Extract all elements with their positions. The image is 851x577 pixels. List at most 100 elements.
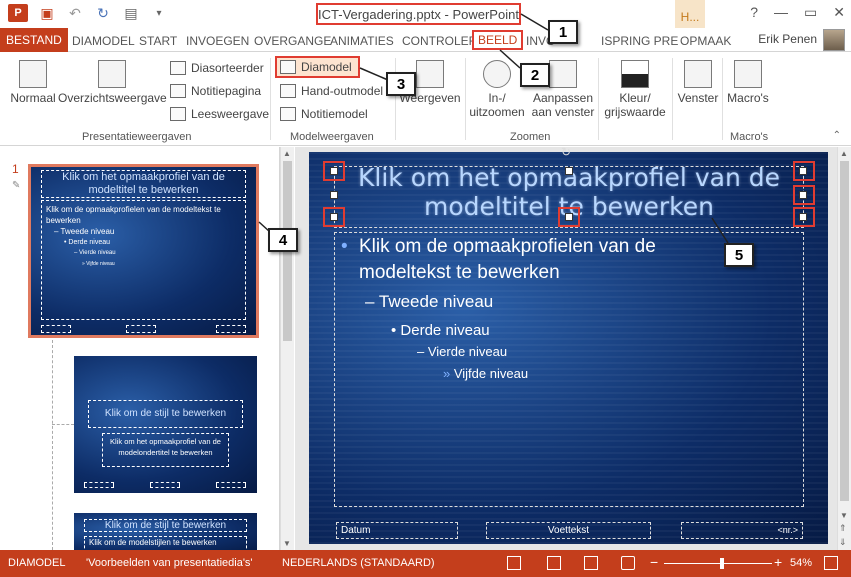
slide-master-button[interactable]: Diamodel xyxy=(280,57,352,77)
fit-slide-icon[interactable] xyxy=(824,556,838,570)
slide-master-label: Diamodel xyxy=(301,60,352,74)
tab-controleren[interactable]: CONTROLER xyxy=(398,31,481,51)
thumb-body-level5: » Vijfde niveau xyxy=(82,261,115,267)
footer-slide-number[interactable]: <nr.> xyxy=(681,522,803,539)
body-level4-text: Vierde niveau xyxy=(427,344,508,359)
slide-sorter-button[interactable]: Diasorteerder xyxy=(170,58,264,78)
callout-4: 4 xyxy=(268,228,298,252)
next-slide-icon[interactable]: ⇓ xyxy=(839,537,847,548)
scroll-up-icon[interactable]: ▲ xyxy=(283,149,291,158)
scroll-up-icon[interactable]: ▲ xyxy=(840,149,848,158)
status-bar: DIAMODEL 'Voorbeelden van presentatiedia… xyxy=(0,550,851,577)
close-icon[interactable]: ✕ xyxy=(833,4,845,21)
handle-highlight xyxy=(793,185,815,205)
outline-view-button[interactable]: Overzichtsweergave xyxy=(58,60,167,105)
group-label-master-views: Modelweergaven xyxy=(290,131,374,143)
redo-icon[interactable]: ↻ xyxy=(94,4,112,22)
notes-page-button[interactable]: Notitiepagina xyxy=(170,81,261,101)
zoom-label-1: In-/ xyxy=(488,91,506,105)
fit-label-1: Aanpassen xyxy=(532,91,594,105)
scroll-down-icon[interactable]: ▼ xyxy=(840,511,848,520)
resize-handle[interactable] xyxy=(565,167,573,175)
zoom-slider-thumb[interactable] xyxy=(720,558,725,569)
reading-view-button[interactable]: Leesweergave xyxy=(170,104,269,124)
callout-5: 5 xyxy=(724,243,754,267)
tab-invoegen[interactable]: INVOEGEN xyxy=(182,31,253,51)
slide-sorter-icon[interactable] xyxy=(547,556,561,570)
callout-2: 2 xyxy=(520,63,550,87)
master-thumbnail[interactable]: Klik om het opmaakprofiel van de modelti… xyxy=(28,164,259,338)
notes-master-button[interactable]: Notitiemodel xyxy=(280,104,368,124)
scroll-down-icon[interactable]: ▼ xyxy=(283,539,291,548)
minimize-icon[interactable]: — xyxy=(774,4,788,21)
tab-overgangen[interactable]: OVERGANGE xyxy=(250,31,335,51)
thumb-body-level2: – Tweede niveau xyxy=(54,227,115,236)
slide-number: 1 xyxy=(12,162,19,176)
normal-view-icon[interactable] xyxy=(507,556,521,570)
macros-button[interactable]: Macro's xyxy=(724,60,772,105)
callout-1: 1 xyxy=(548,20,578,44)
body-level3[interactable]: • Derde niveau xyxy=(391,322,490,339)
normal-view-button[interactable]: Normaal xyxy=(8,60,58,105)
zoom-in-icon[interactable]: + xyxy=(774,554,782,570)
slideshow-icon[interactable]: ▤ xyxy=(122,4,140,22)
tab-diamodel[interactable]: DIAMODEL xyxy=(68,31,139,51)
tab-animaties[interactable]: ANIMATIES xyxy=(326,31,398,51)
body-level4[interactable]: – Vierde niveau xyxy=(417,344,507,359)
user-name[interactable]: Erik Penen xyxy=(758,32,817,46)
rotate-handle-icon[interactable]: ↻ xyxy=(561,145,571,159)
handout-master-button[interactable]: Hand-outmodel xyxy=(280,81,383,101)
collapse-ribbon-icon[interactable]: ⌃ xyxy=(833,130,841,141)
content-layout-thumbnail[interactable]: Klik om de stijl te bewerken Klik om de … xyxy=(74,513,257,553)
zoom-button[interactable]: In-/ uitzoomen xyxy=(468,60,526,119)
body-level2[interactable]: – Tweede niveau xyxy=(365,292,493,312)
tab-opmaak[interactable]: OPMAAK xyxy=(676,31,735,51)
status-theme: 'Voorbeelden van presentatiedia's' xyxy=(86,557,253,569)
zoom-slider-track[interactable] xyxy=(664,563,772,564)
footer-date[interactable]: Datum xyxy=(336,522,458,539)
thumbnail-scrollbar[interactable]: ▲ ▼ xyxy=(280,147,294,550)
customize-icon[interactable]: ▾ xyxy=(150,4,168,22)
status-language[interactable]: NEDERLANDS (STANDAARD) xyxy=(282,557,435,569)
reading-view-icon[interactable] xyxy=(584,556,598,570)
handle-highlight xyxy=(793,207,815,227)
body-level1-text: Klik om de opmaakprofielen van de modelt… xyxy=(359,236,656,283)
body-level1[interactable]: • Klik om de opmaakprofielen van de mode… xyxy=(341,234,741,286)
help-icon[interactable]: ? xyxy=(750,4,758,21)
resize-handle[interactable] xyxy=(330,191,338,199)
slide-master-icon xyxy=(280,60,296,74)
chevron-icon: » xyxy=(443,366,454,381)
thumb2-footer xyxy=(150,482,180,488)
title-layout-thumbnail[interactable]: Klik om de stijl te bewerken Klik om het… xyxy=(74,356,257,493)
undo-icon[interactable]: ↶ xyxy=(66,4,84,22)
ribbon-tabs: BESTAND DIAMODEL START INVOEGEN OVERGANG… xyxy=(0,28,851,52)
fit-label-2: aan venster xyxy=(531,105,595,119)
powerpoint-icon[interactable]: P xyxy=(8,4,28,22)
tab-ispring[interactable]: ISPRING PRE xyxy=(597,31,682,51)
bullet-icon: • xyxy=(391,322,401,339)
title-bar: P ▣ ↶ ↻ ▤ ▾ ICT-Vergadering.pptx - Power… xyxy=(0,0,851,28)
editor-scrollbar[interactable]: ▲ ▼ ⇑ ⇓ xyxy=(837,147,851,550)
pin-icon: ✎ xyxy=(12,180,21,191)
thumb-title: Klik om het opmaakprofiel van de modelti… xyxy=(41,170,246,198)
slideshow-icon[interactable] xyxy=(621,556,635,570)
avatar[interactable] xyxy=(823,29,845,51)
thumb2-subtitle: Klik om het opmaakprofiel van de modelon… xyxy=(102,433,229,467)
slide-sorter-icon xyxy=(170,61,186,75)
help-tab[interactable]: H... xyxy=(675,0,705,28)
footer-text[interactable]: Voettekst xyxy=(486,522,651,539)
save-icon[interactable]: ▣ xyxy=(38,4,56,22)
thumb2-title: Klik om de stijl te bewerken xyxy=(88,400,243,428)
color-grayscale-button[interactable]: Kleur/ grijswaarde xyxy=(600,60,670,119)
tab-start[interactable]: START xyxy=(135,31,181,51)
tab-beeld[interactable]: BEELD xyxy=(472,30,524,50)
thumb-footer-date xyxy=(41,325,71,333)
body-level5[interactable]: » Vijfde niveau xyxy=(443,366,528,381)
scroll-thumb[interactable] xyxy=(840,161,849,501)
tab-bestand[interactable]: BESTAND xyxy=(0,28,68,52)
zoom-out-icon[interactable]: − xyxy=(650,554,658,570)
previous-slide-icon[interactable]: ⇑ xyxy=(839,523,847,534)
maximize-icon[interactable]: ▭ xyxy=(804,4,817,21)
window-button[interactable]: Venster xyxy=(676,60,720,105)
zoom-level[interactable]: 54% xyxy=(790,557,812,569)
